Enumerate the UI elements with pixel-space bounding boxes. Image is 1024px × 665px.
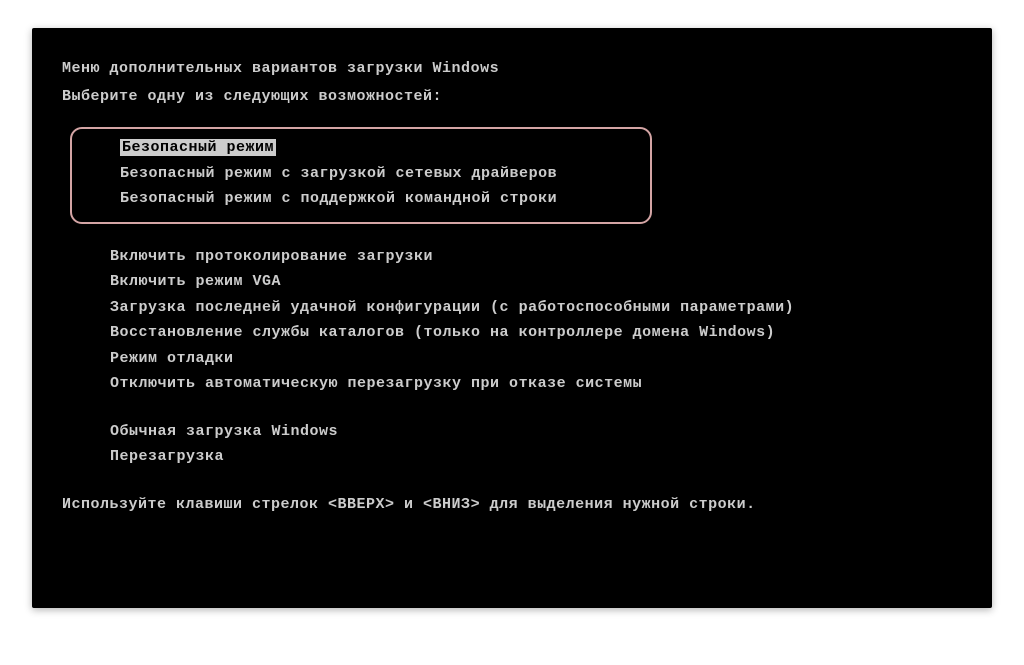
menu-item-label: Включить режим VGA (110, 273, 281, 290)
menu-item-label: Безопасный режим с загрузкой сетевых дра… (120, 165, 557, 182)
footer-instructions: Используйте клавиши стрелок <ВВЕРХ> и <В… (62, 492, 962, 518)
menu-item-vga-mode[interactable]: Включить режим VGA (62, 269, 962, 295)
menu-item-safe-mode-network[interactable]: Безопасный режим с загрузкой сетевых дра… (82, 161, 640, 187)
menu-item-label: Безопасный режим (120, 139, 276, 156)
menu-item-last-known-good[interactable]: Загрузка последней удачной конфигурации … (62, 295, 962, 321)
menu-item-label: Отключить автоматическую перезагрузку пр… (110, 375, 642, 392)
menu-subtitle: Выберите одну из следующих возможностей: (62, 84, 962, 110)
menu-item-directory-restore[interactable]: Восстановление службы каталогов (только … (62, 320, 962, 346)
menu-item-reboot[interactable]: Перезагрузка (62, 444, 962, 470)
menu-item-label: Режим отладки (110, 350, 234, 367)
menu-item-label: Перезагрузка (110, 448, 224, 465)
options-group: Включить протоколирование загрузки Включ… (62, 244, 962, 397)
menu-item-label: Восстановление службы каталогов (только … (110, 324, 775, 341)
boot-menu-screen: Меню дополнительных вариантов загрузки W… (32, 28, 992, 608)
menu-item-safe-mode[interactable]: Безопасный режим (92, 135, 282, 161)
menu-item-debug-mode[interactable]: Режим отладки (62, 346, 962, 372)
menu-item-safe-mode-cmd[interactable]: Безопасный режим с поддержкой командной … (82, 186, 640, 212)
menu-item-normal-boot[interactable]: Обычная загрузка Windows (62, 419, 962, 445)
menu-item-label: Обычная загрузка Windows (110, 423, 338, 440)
menu-item-label: Безопасный режим с поддержкой командной … (120, 190, 557, 207)
menu-item-boot-logging[interactable]: Включить протоколирование загрузки (62, 244, 962, 270)
menu-item-label: Загрузка последней удачной конфигурации … (110, 299, 794, 316)
menu-title: Меню дополнительных вариантов загрузки W… (62, 56, 962, 82)
boot-group: Обычная загрузка Windows Перезагрузка (62, 419, 962, 470)
safe-mode-highlight-box: Безопасный режим Безопасный режим с загр… (70, 127, 652, 224)
menu-item-label: Включить протоколирование загрузки (110, 248, 433, 265)
menu-item-disable-auto-restart[interactable]: Отключить автоматическую перезагрузку пр… (62, 371, 962, 397)
